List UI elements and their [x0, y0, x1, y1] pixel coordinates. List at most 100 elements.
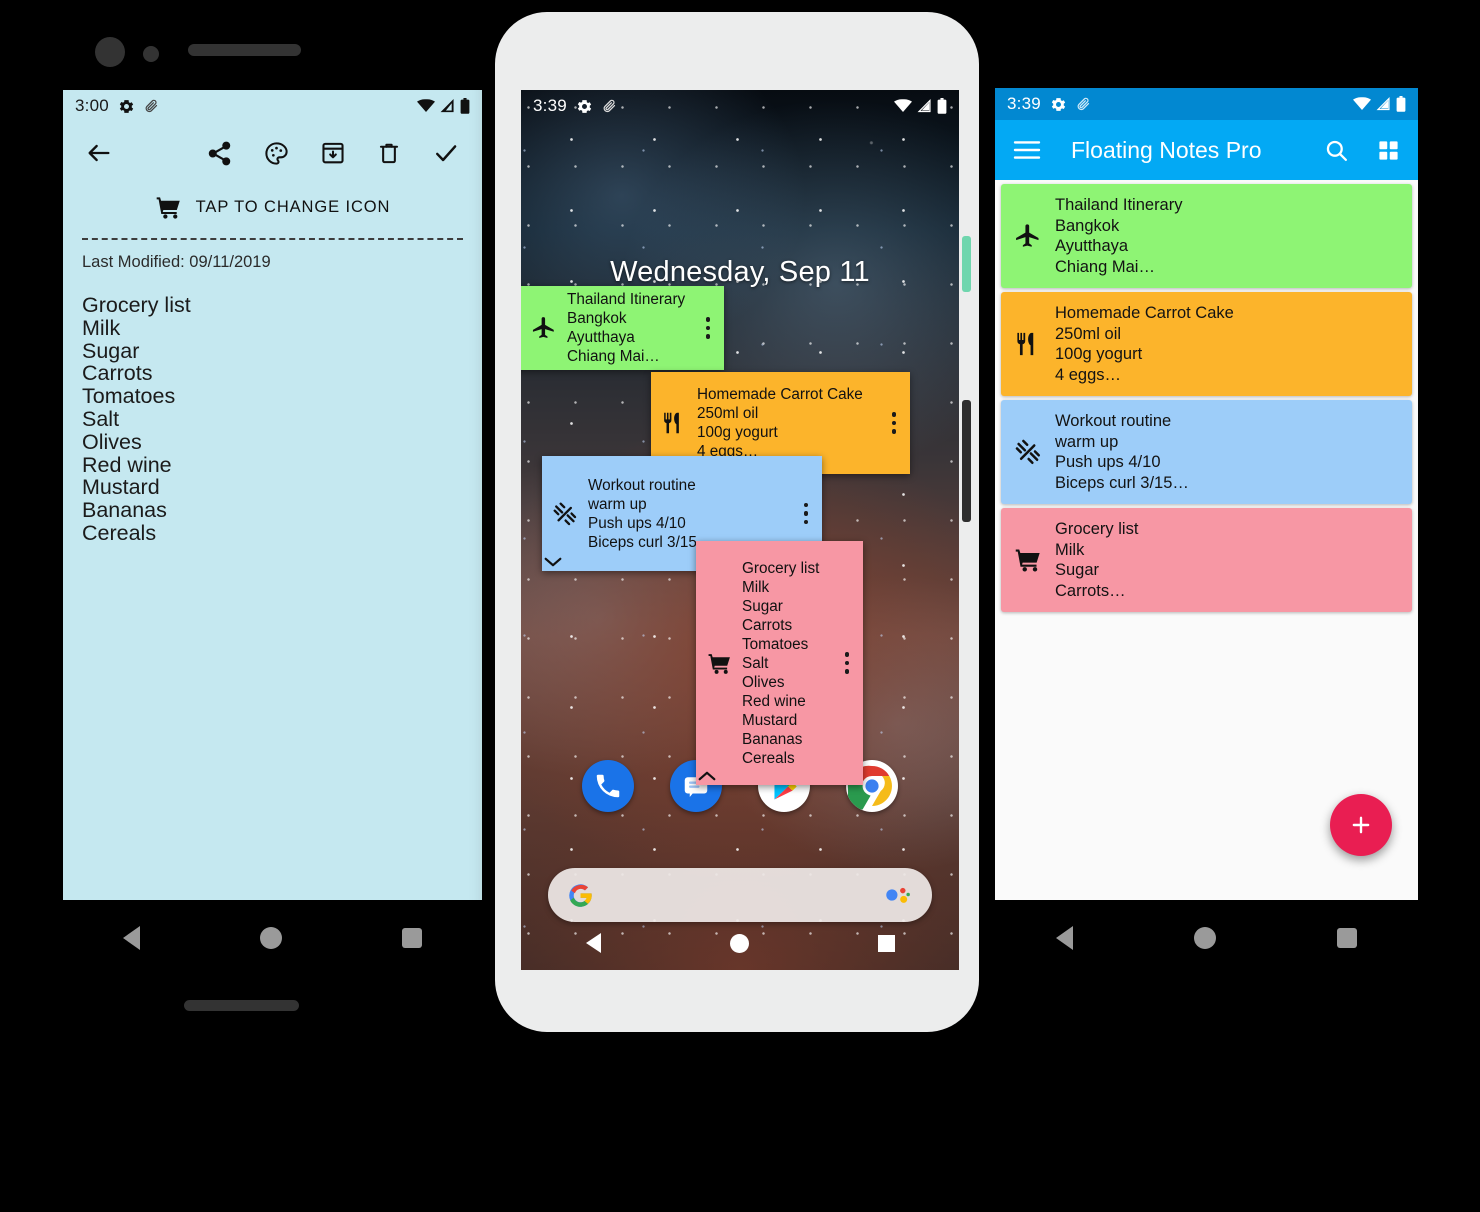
dumbbell-icon	[542, 500, 588, 528]
gear-icon	[1050, 96, 1067, 113]
home-circle-icon[interactable]	[260, 927, 282, 949]
note-line: Carrots	[82, 361, 153, 386]
grid-view-icon[interactable]	[1377, 139, 1400, 162]
note-card[interactable]: Thailand Itinerary Bangkok Ayutthaya Chiang…	[1001, 184, 1412, 288]
note-line: Milk	[742, 578, 770, 596]
note-line: Cereals	[742, 749, 795, 767]
last-modified-label: Last Modified: 09/11/2019	[82, 253, 271, 271]
google-search-bar[interactable]	[548, 868, 932, 922]
power-button[interactable]	[962, 236, 971, 292]
tap-to-change-icon-row[interactable]: TAP TO CHANGE ICON	[63, 184, 482, 230]
note-card[interactable]: Workout routine warm up Push ups 4/10 Bicep…	[1001, 400, 1412, 504]
restaurant-icon	[651, 410, 697, 436]
sensor-icon	[143, 46, 159, 62]
google-g-icon	[568, 883, 593, 908]
note-line: Tomatoes	[82, 384, 176, 409]
back-triangle-icon[interactable]	[585, 933, 601, 953]
more-vert-icon[interactable]	[692, 317, 724, 339]
note-card-text: Thailand Itinerary Bangkok Ayutthaya Chiang…	[1055, 184, 1412, 288]
paperclip-icon	[1076, 97, 1091, 112]
center-phone-nav-bar	[521, 916, 959, 970]
paperclip-icon	[602, 99, 617, 114]
note-card[interactable]: Homemade Carrot Cake 250ml oil 100g yogurt…	[1001, 292, 1412, 396]
phone-icon[interactable]	[582, 760, 634, 812]
airplane-icon	[521, 315, 567, 341]
back-triangle-icon[interactable]	[1055, 926, 1073, 950]
note-line: Homemade Carrot Cake	[697, 386, 863, 403]
note-line: 100g yogurt	[1055, 345, 1143, 363]
note-text-body[interactable]: Grocery list Milk Sugar Carrots Tomatoes Salt…	[63, 272, 482, 545]
back-arrow-icon[interactable]	[85, 139, 113, 167]
search-icon[interactable]	[1324, 138, 1349, 163]
floating-note-text: Thailand Itinerary Bangkok Ayutthaya Chiang…	[567, 282, 692, 374]
note-line: 4 eggs…	[1055, 365, 1122, 384]
shopping-cart-icon	[155, 194, 182, 221]
note-line: Tomatoes	[742, 635, 809, 653]
google-assistant-icon[interactable]	[884, 884, 912, 906]
status-bar-left: 3:39	[533, 96, 617, 116]
add-note-fab[interactable]	[1330, 794, 1392, 856]
change-icon-label: TAP TO CHANGE ICON	[195, 197, 391, 216]
recents-square-icon[interactable]	[1337, 928, 1358, 948]
note-line: Thailand Itinerary	[1055, 196, 1183, 214]
note-card-text: Homemade Carrot Cake 250ml oil 100g yogurt…	[1055, 292, 1412, 396]
recents-square-icon[interactable]	[402, 928, 422, 948]
restaurant-icon	[1001, 330, 1055, 358]
left-phone-nav-bar	[63, 900, 482, 976]
home-circle-icon[interactable]	[729, 933, 749, 953]
note-line: Homemade Carrot Cake	[1055, 304, 1234, 322]
earpiece-speaker	[188, 44, 301, 56]
note-line: Grocery list	[1055, 520, 1139, 538]
airplane-icon	[1001, 222, 1055, 250]
status-bar-clock: 3:39	[533, 96, 567, 115]
note-line: Olives	[742, 673, 785, 691]
note-line: warm up	[1055, 432, 1119, 451]
floating-note-text: Grocery list Milk Sugar Carrots Tomatoes Salt…	[742, 551, 831, 776]
note-line: Carrots	[742, 616, 793, 634]
note-line: Sugar	[82, 338, 140, 363]
floating-note-grocery[interactable]: Grocery list Milk Sugar Carrots Tomatoes Salt…	[696, 541, 863, 785]
volume-button[interactable]	[962, 400, 971, 522]
more-vert-icon[interactable]	[790, 502, 822, 525]
note-line: Bangkok	[567, 310, 627, 327]
note-line: Bananas	[82, 498, 167, 523]
note-line: 100g yogurt	[697, 424, 778, 441]
note-line: Push ups 4/10	[588, 514, 686, 532]
more-vert-icon[interactable]	[878, 412, 910, 434]
gear-icon	[576, 98, 593, 115]
recents-square-icon[interactable]	[877, 934, 895, 952]
note-line: Salt	[82, 406, 120, 431]
back-triangle-icon[interactable]	[123, 926, 140, 950]
signal-icon	[1376, 97, 1391, 111]
battery-icon	[937, 98, 947, 114]
gear-icon	[118, 98, 135, 115]
more-vert-icon[interactable]	[831, 652, 863, 674]
status-bar: 3:00	[63, 90, 482, 122]
check-icon[interactable]	[432, 139, 460, 167]
note-line: Salt	[742, 654, 769, 672]
note-line: Workout routine	[588, 476, 696, 494]
note-line: Cereals	[82, 520, 157, 545]
right-phone-nav-bar	[995, 900, 1418, 976]
note-line: Milk	[82, 315, 121, 340]
home-circle-icon[interactable]	[1193, 927, 1216, 949]
signal-icon	[440, 99, 455, 113]
archive-icon[interactable]	[320, 140, 346, 166]
note-line: Carrots…	[1055, 581, 1126, 600]
app-bar: Floating Notes Pro	[995, 120, 1418, 180]
share-icon[interactable]	[206, 140, 233, 167]
shopping-cart-icon	[696, 651, 742, 676]
hamburger-menu-icon[interactable]	[1013, 139, 1041, 161]
chevron-up-icon[interactable]	[696, 769, 863, 783]
shopping-cart-icon	[1001, 546, 1055, 574]
plus-icon	[1348, 812, 1374, 838]
note-line: Milk	[1055, 540, 1085, 559]
editor-toolbar	[63, 122, 482, 184]
floating-note-thailand[interactable]: Thailand Itinerary Bangkok Ayutthaya Chiang…	[521, 286, 724, 370]
note-card[interactable]: Grocery list Milk Sugar Carrots…	[1001, 508, 1412, 612]
signal-icon	[917, 99, 932, 113]
delete-icon[interactable]	[376, 140, 402, 166]
note-line: Olives	[82, 429, 142, 454]
note-line: Mustard	[742, 711, 798, 729]
palette-icon[interactable]	[263, 140, 290, 167]
